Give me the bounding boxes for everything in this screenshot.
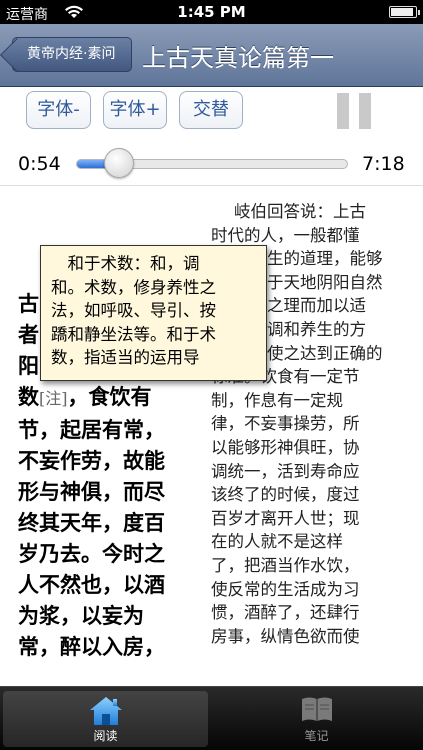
- translation-line: 岐伯回答说：上古: [234, 202, 366, 221]
- translation-line: 使反常的生活成为习: [211, 579, 360, 599]
- toggle-button[interactable]: 交替: [179, 91, 243, 129]
- popup-line: 和于术数：和，调: [51, 254, 200, 273]
- popup-line: 法，如呼吸、导引、按: [51, 301, 216, 320]
- original-line: 常，醉以入房，: [18, 634, 165, 659]
- slider-knob[interactable]: [104, 148, 135, 178]
- annotation-popup[interactable]: 和于术数：和，调 和。术数，修身养性之 法，如呼吸、导引、按 蹻和静坐法等。和于…: [40, 245, 267, 381]
- original-line: 节，起居有常，: [18, 417, 165, 442]
- translation-line: 调统一，活到寿命应: [211, 461, 360, 481]
- back-button[interactable]: 黄帝内经·素问: [12, 37, 132, 72]
- translation-line: 时代的人，一般都懂: [211, 225, 360, 245]
- navigation-bar: 黄帝内经·素问 上古天真论篇第一: [0, 24, 423, 87]
- font-decrease-button[interactable]: 字体-: [26, 91, 91, 129]
- translation-line: 惯，酒醉了，还肆行: [211, 603, 360, 623]
- original-line: 人不然也，以酒: [18, 572, 165, 597]
- font-increase-button[interactable]: 字体+: [103, 91, 167, 129]
- popup-line: 数，指适当的运用导: [51, 348, 200, 367]
- total-time: 7:18: [362, 153, 405, 175]
- translation-line: 制，作息有一定规: [211, 390, 343, 410]
- tab-notes-label: 笔记: [304, 729, 329, 743]
- pause-icon[interactable]: [337, 93, 371, 129]
- tab-notes[interactable]: 笔记: [214, 691, 419, 747]
- translation-line: 以能够形神俱旺，协: [211, 437, 360, 457]
- popup-line: 蹻和静坐法等。和于术: [51, 324, 216, 344]
- original-line: 形与神俱，而尽: [18, 479, 165, 504]
- original-line-end: ，食饮有: [67, 384, 152, 409]
- home-icon: [89, 697, 122, 725]
- translation-line: 该终了的时候，度过: [211, 485, 360, 505]
- translation-line: 律，不妄事操劳，所: [211, 414, 360, 434]
- notes-icon: [301, 697, 332, 721]
- translation-line: 房事，纵情色欲而使: [211, 626, 360, 646]
- translation-line: 百岁才离开人世；现: [211, 508, 360, 528]
- popup-line: 和。术数，修身养性之: [51, 277, 216, 297]
- elapsed-time: 0:54: [18, 153, 61, 175]
- tab-read[interactable]: 阅读: [3, 691, 208, 747]
- original-line-start: 数: [18, 384, 39, 409]
- original-line: 为浆，以妄为: [18, 603, 144, 628]
- page-title: 上古天真论篇第一: [142, 44, 334, 72]
- translation-line: 了，把酒当作水饮，: [211, 555, 360, 575]
- divider: [0, 185, 423, 186]
- original-line: 数[注]，食饮有: [18, 381, 198, 414]
- tab-bar: 阅读 笔记: [0, 686, 423, 750]
- back-button-label: 黄帝内经·素问: [27, 46, 116, 62]
- translation-line: 在的人就不是这样: [211, 532, 343, 552]
- original-line: 岁乃去。今时之: [18, 541, 165, 566]
- clock: 1:45 PM: [177, 3, 246, 21]
- note-tag[interactable]: [注]: [39, 389, 68, 408]
- tab-read-label: 阅读: [93, 729, 118, 743]
- status-bar: 运营商 1:45 PM: [0, 0, 423, 24]
- original-line: 终其天年，度百: [18, 510, 165, 535]
- battery-icon: [389, 6, 420, 18]
- original-line: 不妄作劳，故能: [18, 448, 165, 473]
